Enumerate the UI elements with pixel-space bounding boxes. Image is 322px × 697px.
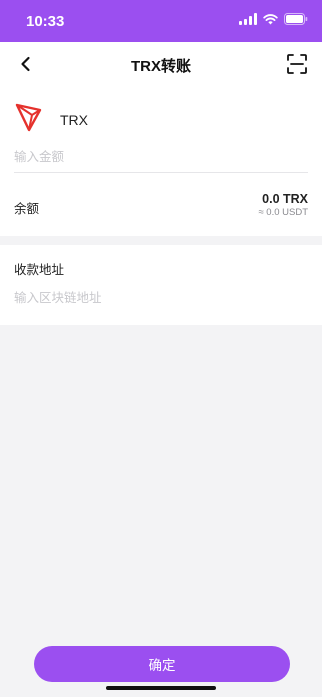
status-bar: 10:33 — [0, 0, 322, 42]
balance-usdt-value: ≈ 0.0 USDT — [258, 207, 308, 218]
wifi-icon — [263, 13, 278, 25]
nav-bar: TRX转账 — [0, 42, 322, 86]
status-time: 10:33 — [26, 13, 65, 30]
divider — [14, 172, 308, 173]
coin-row[interactable]: TRX — [14, 102, 88, 137]
battery-icon — [284, 13, 308, 25]
status-icons — [239, 13, 308, 25]
home-indicator — [106, 686, 216, 690]
address-label: 收款地址 — [14, 263, 65, 277]
tron-logo — [14, 102, 44, 137]
coin-name: TRX — [60, 111, 88, 128]
balance-amount: 0.0 TRX — [262, 192, 308, 206]
confirm-button[interactable]: 确定 — [34, 646, 290, 682]
amount-card: TRX 余额 0.0 TRX ≈ 0.0 USDT — [0, 86, 322, 236]
address-card: 收款地址 — [0, 245, 322, 325]
address-input[interactable] — [14, 286, 308, 310]
page-title: TRX转账 — [130, 58, 191, 75]
balance-label: 余额 — [14, 202, 40, 216]
amount-input[interactable] — [14, 144, 308, 170]
signal-icon — [239, 13, 257, 25]
scan-icon[interactable] — [286, 53, 308, 75]
